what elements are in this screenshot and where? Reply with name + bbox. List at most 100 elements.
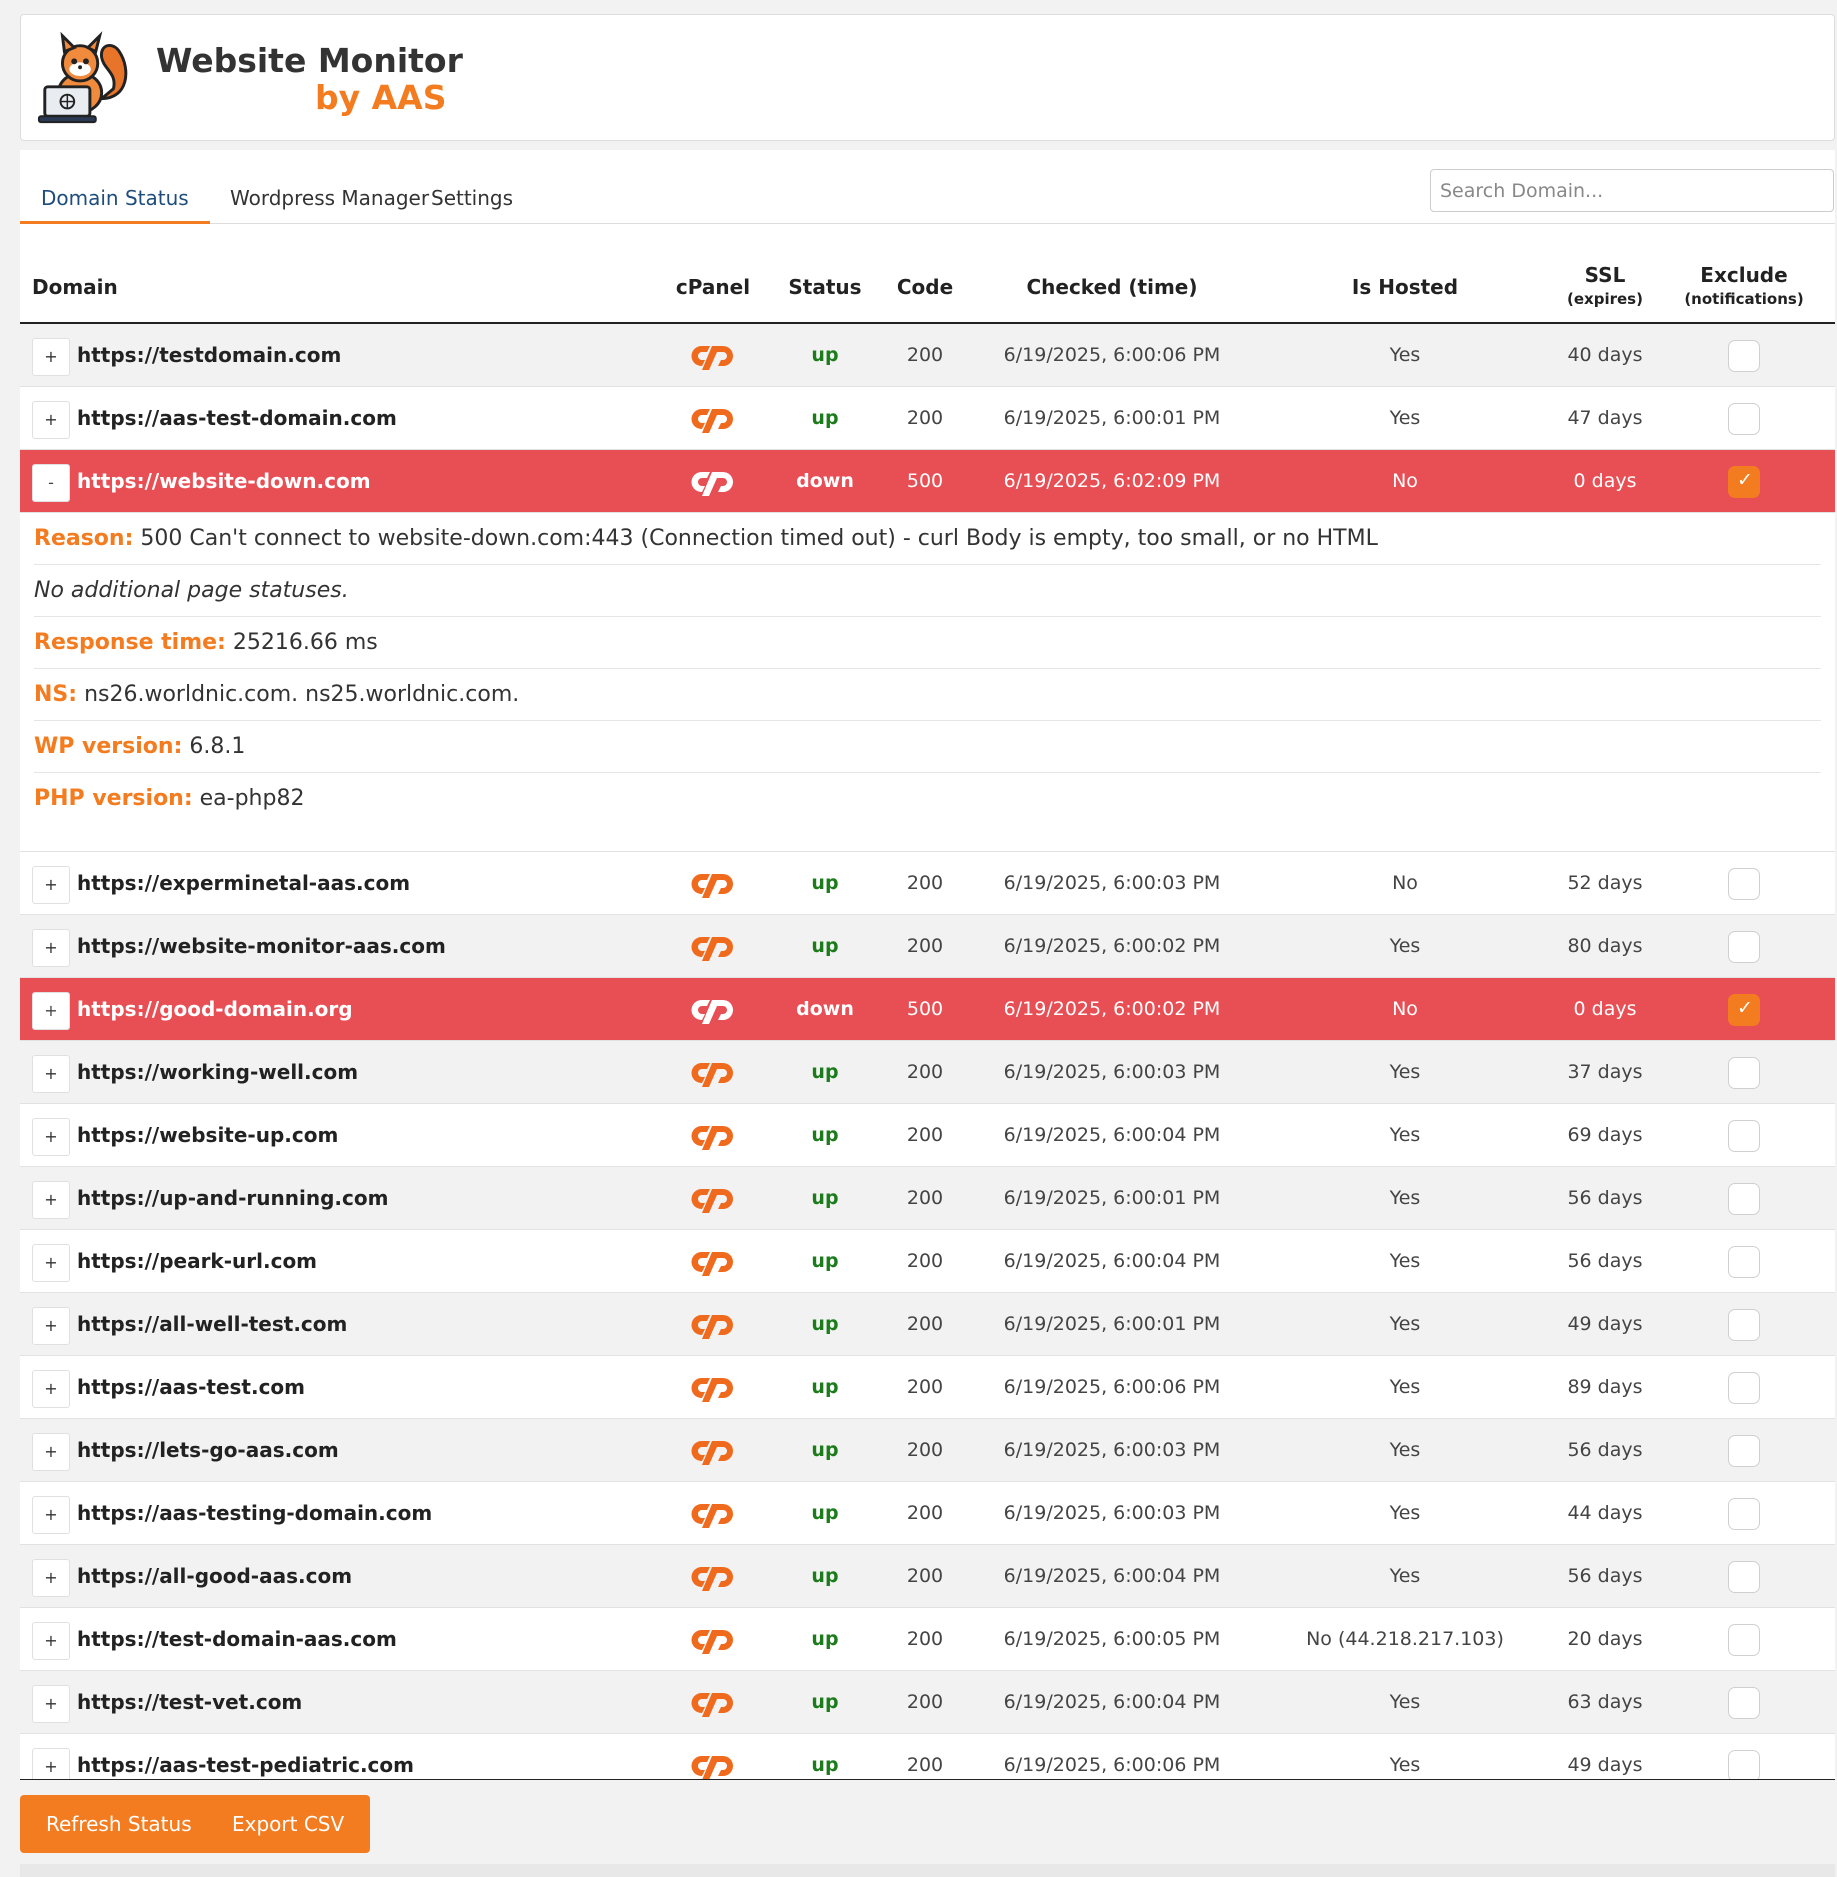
exclude-notifications-checkbox[interactable] xyxy=(1728,1309,1760,1341)
cpanel-icon[interactable] xyxy=(668,1734,758,1780)
search-input[interactable] xyxy=(1430,169,1834,212)
expand-toggle-button[interactable]: + xyxy=(32,992,70,1030)
exclude-notifications-checkbox[interactable] xyxy=(1728,340,1760,372)
exclude-notifications-checkbox[interactable] xyxy=(1728,1687,1760,1719)
expand-toggle-button[interactable]: + xyxy=(32,929,70,967)
table-row: + https://aas-test-pediatric.com up 200 6/19… xyxy=(20,1734,1835,1780)
cpanel-icon[interactable] xyxy=(668,1545,758,1607)
cpanel-icon[interactable] xyxy=(668,387,758,449)
exclude-notifications-checkbox[interactable] xyxy=(1728,931,1760,963)
detail-php-value: ea-php82 xyxy=(199,786,305,811)
domain-name: https://up-and-running.com xyxy=(77,1186,389,1210)
cpanel-icon[interactable] xyxy=(668,1041,758,1103)
status-text: up xyxy=(811,407,839,429)
tab-settings[interactable]: Settings xyxy=(410,186,534,222)
is-hosted: No xyxy=(1392,470,1418,492)
cpanel-icon[interactable] xyxy=(668,1104,758,1166)
expand-toggle-button[interactable]: + xyxy=(32,1181,70,1219)
domain-name: https://aas-test.com xyxy=(77,1375,306,1399)
cpanel-icon[interactable] xyxy=(668,915,758,977)
export-csv-button[interactable]: Export CSV xyxy=(206,1795,371,1853)
ssl-expires: 37 days xyxy=(1567,1061,1643,1083)
expand-toggle-button[interactable]: + xyxy=(32,1244,70,1282)
response-code: 200 xyxy=(906,1061,944,1083)
cpanel-icon[interactable] xyxy=(668,852,758,914)
expand-toggle-button[interactable]: + xyxy=(32,1118,70,1156)
status-text: up xyxy=(811,1691,839,1713)
detail-reason: Reason: 500 Can't connect to website-dow… xyxy=(34,513,1821,565)
exclude-notifications-checkbox[interactable] xyxy=(1728,1057,1760,1089)
exclude-notifications-checkbox[interactable] xyxy=(1728,868,1760,900)
response-code: 200 xyxy=(906,1565,944,1587)
expand-toggle-button[interactable]: + xyxy=(32,1685,70,1723)
ssl-expires: 49 days xyxy=(1567,1754,1643,1776)
cpanel-icon[interactable] xyxy=(668,1419,758,1481)
is-hosted: Yes xyxy=(1389,407,1421,429)
checked-time: 6/19/2025, 6:00:06 PM xyxy=(1003,1376,1221,1398)
exclude-notifications-checkbox[interactable] xyxy=(1728,466,1760,498)
cpanel-icon[interactable] xyxy=(668,324,758,386)
tab-domain-status[interactable]: Domain Status xyxy=(20,186,210,224)
exclude-notifications-checkbox[interactable] xyxy=(1728,1498,1760,1530)
expand-toggle-button[interactable]: + xyxy=(32,1622,70,1660)
expand-toggle-button[interactable]: + xyxy=(32,1055,70,1093)
table-row: + https://website-monitor-aas.com up 200 6/1… xyxy=(20,915,1835,978)
cpanel-icon[interactable] xyxy=(668,1608,758,1670)
ssl-expires: 56 days xyxy=(1567,1187,1643,1209)
exclude-notifications-checkbox[interactable] xyxy=(1728,994,1760,1026)
detail-response-value: 25216.66 ms xyxy=(232,630,378,655)
cpanel-icon[interactable] xyxy=(668,1167,758,1229)
cpanel-icon[interactable] xyxy=(668,978,758,1040)
exclude-notifications-checkbox[interactable] xyxy=(1728,1561,1760,1593)
cpanel-icon[interactable] xyxy=(668,450,758,512)
domain-name: https://peark-url.com xyxy=(77,1249,318,1273)
is-hosted: Yes xyxy=(1389,1313,1421,1335)
response-code: 500 xyxy=(906,470,944,492)
col-status: Status xyxy=(788,275,862,299)
response-code: 200 xyxy=(906,1313,944,1335)
col-code: Code xyxy=(896,275,954,299)
exclude-notifications-checkbox[interactable] xyxy=(1728,403,1760,435)
exclude-notifications-checkbox[interactable] xyxy=(1728,1435,1760,1467)
expand-toggle-button[interactable]: + xyxy=(32,1559,70,1597)
exclude-notifications-checkbox[interactable] xyxy=(1728,1120,1760,1152)
checked-time: 6/19/2025, 6:00:04 PM xyxy=(1003,1124,1221,1146)
status-text: up xyxy=(811,1754,839,1776)
is-hosted: Yes xyxy=(1389,1754,1421,1776)
refresh-status-button[interactable]: Refresh Status xyxy=(20,1795,218,1853)
cpanel-icon[interactable] xyxy=(668,1482,758,1544)
response-code: 200 xyxy=(906,935,944,957)
expand-toggle-button[interactable]: + xyxy=(32,1496,70,1534)
expand-toggle-button[interactable]: + xyxy=(32,338,70,376)
expand-toggle-button[interactable]: + xyxy=(32,1748,70,1780)
exclude-notifications-checkbox[interactable] xyxy=(1728,1246,1760,1278)
table-row: + https://all-well-test.com up 200 6/19/2025… xyxy=(20,1293,1835,1356)
expand-toggle-button[interactable]: - xyxy=(32,464,70,502)
detail-ns-label: NS: xyxy=(34,682,78,707)
cpanel-icon[interactable] xyxy=(668,1293,758,1355)
checked-time: 6/19/2025, 6:00:03 PM xyxy=(1003,1439,1221,1461)
ssl-expires: 20 days xyxy=(1567,1628,1643,1650)
exclude-notifications-checkbox[interactable] xyxy=(1728,1624,1760,1656)
expand-toggle-button[interactable]: + xyxy=(32,866,70,904)
cpanel-icon[interactable] xyxy=(668,1356,758,1418)
exclude-notifications-checkbox[interactable] xyxy=(1728,1750,1760,1780)
col-ssl: SSL (expires) xyxy=(1545,263,1665,308)
expand-toggle-button[interactable]: + xyxy=(32,1370,70,1408)
domain-name: https://testdomain.com xyxy=(77,343,342,367)
cpanel-icon[interactable] xyxy=(668,1671,758,1733)
domain-name: https://website-monitor-aas.com xyxy=(77,934,446,958)
is-hosted: Yes xyxy=(1389,1376,1421,1398)
expand-toggle-button[interactable]: + xyxy=(32,401,70,439)
cpanel-icon[interactable] xyxy=(668,1230,758,1292)
detail-php-label: PHP version: xyxy=(34,786,193,811)
domain-details-panel: Reason: 500 Can't connect to website-dow… xyxy=(20,513,1835,852)
exclude-notifications-checkbox[interactable] xyxy=(1728,1183,1760,1215)
expand-toggle-button[interactable]: + xyxy=(32,1307,70,1345)
expand-toggle-button[interactable]: + xyxy=(32,1433,70,1471)
exclude-notifications-checkbox[interactable] xyxy=(1728,1372,1760,1404)
table-row: + https://test-domain-aas.com up 200 6/19/20… xyxy=(20,1608,1835,1671)
col-ssl-sub: (expires) xyxy=(1567,290,1643,308)
response-code: 200 xyxy=(906,1754,944,1776)
app-header: Website Monitor by AAS xyxy=(20,14,1835,141)
